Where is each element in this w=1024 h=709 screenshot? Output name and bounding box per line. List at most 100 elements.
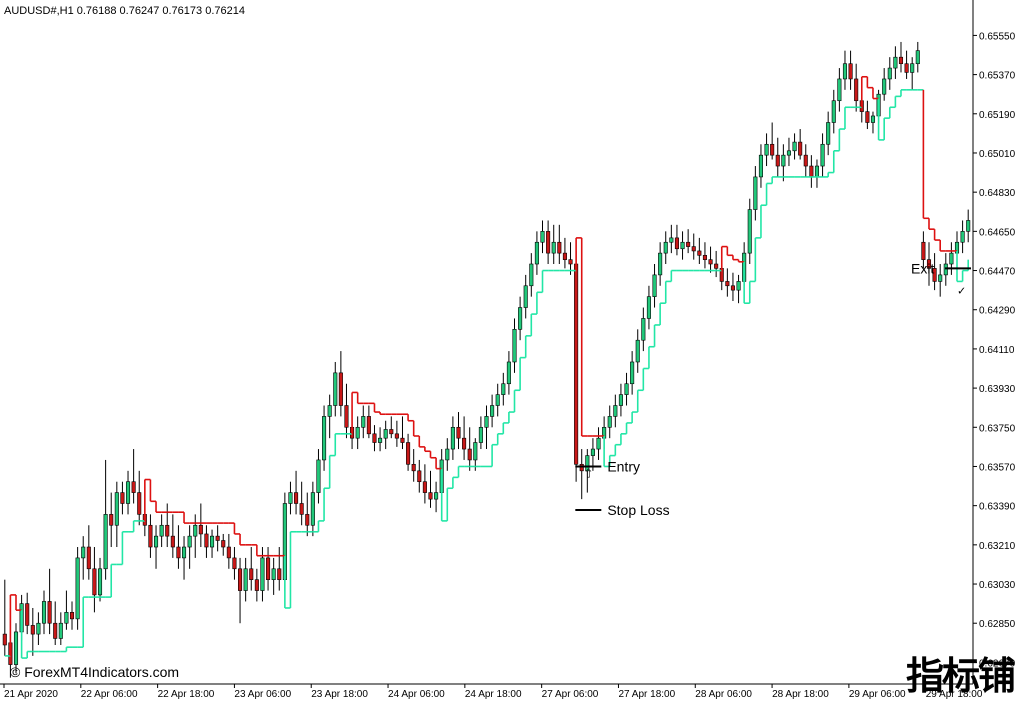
bear-candle: [714, 263, 719, 269]
price-tick-label: 0.63210: [979, 541, 1016, 552]
bear-candle: [165, 524, 170, 537]
bear-candle: [557, 241, 562, 254]
bear-candle: [204, 533, 209, 548]
bull-candle: [910, 63, 915, 73]
entry-arrow-icon: ⇧: [583, 466, 593, 480]
bear-candle: [854, 78, 859, 102]
bear-candle: [215, 535, 220, 541]
bull-candle: [159, 524, 164, 537]
price-tick-label: 0.64470: [979, 267, 1016, 278]
bull-candle: [630, 361, 635, 385]
bear-candle: [400, 437, 405, 443]
price-tick-label: 0.64650: [979, 227, 1016, 238]
time-tick-label: 24 Apr 18:00: [465, 689, 522, 700]
bull-candle: [187, 535, 192, 548]
bear-candle: [249, 568, 254, 580]
bull-candle: [887, 67, 892, 80]
bull-candle: [893, 56, 898, 69]
bull-candle: [125, 481, 131, 504]
bear-candle: [674, 237, 679, 250]
bear-candle: [708, 259, 713, 265]
bear-candle: [238, 568, 243, 591]
bear-candle: [338, 372, 343, 406]
bear-candle: [462, 437, 467, 450]
price-tick-label: 0.62850: [979, 619, 1016, 630]
bull-candle: [540, 231, 545, 243]
time-tick-label: 21 Apr 2020: [4, 689, 58, 700]
bull-candle: [271, 568, 276, 580]
bull-candle: [624, 383, 629, 395]
bear-candle: [803, 154, 808, 167]
bull-candle: [260, 557, 265, 591]
price-tick-label: 0.64110: [979, 345, 1015, 356]
bear-candle: [394, 433, 399, 439]
bull-candle: [322, 416, 327, 461]
bear-candle: [344, 405, 349, 428]
bull-candle: [814, 165, 820, 178]
bear-candle: [568, 259, 573, 265]
bear-candle: [406, 442, 411, 465]
bear-candle: [254, 579, 259, 591]
bull-candle: [943, 263, 948, 276]
bear-candle: [232, 557, 237, 570]
bull-candle: [618, 394, 623, 406]
bear-candle: [372, 433, 377, 443]
bull-candle: [58, 622, 63, 639]
bear-candle: [131, 481, 136, 493]
bear-candle: [92, 568, 97, 596]
bull-candle: [478, 426, 483, 443]
bear-candle: [389, 429, 394, 435]
chart-canvas[interactable]: Entry ⇧ Stop Loss Exit ✓ 0.65550 0.65370 0.651…: [0, 0, 1024, 704]
bull-candle: [831, 100, 836, 123]
bull-candle: [680, 241, 685, 250]
bull-candle: [288, 492, 293, 504]
bull-candle: [882, 78, 887, 95]
bull-candle: [596, 437, 601, 450]
bear-candle: [775, 154, 780, 167]
time-tick-label: 22 Apr 06:00: [81, 689, 138, 700]
bull-candle: [781, 154, 786, 167]
bull-candle: [646, 296, 651, 319]
bear-candle: [47, 601, 52, 624]
bull-candle: [103, 514, 108, 570]
price-tick-label: 0.64830: [979, 188, 1016, 199]
bear-candle: [691, 246, 696, 252]
price-tick-label: 0.65550: [979, 31, 1016, 42]
bull-candle: [764, 143, 769, 156]
bear-candle: [467, 448, 472, 461]
bull-candle: [747, 209, 752, 254]
bull-candle: [949, 252, 954, 265]
copyright-label: © ForexMT4Indicators.com: [10, 664, 179, 680]
price-tick-label: 0.63750: [979, 423, 1016, 434]
bull-candle: [506, 361, 511, 385]
bull-candle: [938, 274, 943, 282]
bull-candle: [529, 263, 534, 287]
bull-candle: [786, 150, 791, 156]
price-tick-label: 0.63930: [979, 384, 1016, 395]
bull-candle: [36, 622, 41, 635]
bull-candle: [590, 448, 595, 456]
symbol-header: AUDUSD#,H1 0.76188 0.76247 0.76173 0.762…: [4, 5, 245, 17]
bear-candle: [30, 625, 35, 635]
bear-candle: [725, 281, 730, 287]
price-chart[interactable]: Entry ⇧ Stop Loss Exit ✓ 0.65550 0.65370 0.651…: [0, 0, 1024, 704]
bear-candle: [574, 263, 579, 465]
price-tick-label: 0.65010: [979, 149, 1016, 160]
bull-candle: [826, 122, 831, 145]
exit-check-icon: ✓: [957, 285, 966, 297]
annotation-label: Stop Loss: [607, 502, 669, 518]
bull-candle: [551, 241, 556, 254]
bear-candle: [411, 463, 416, 472]
bear-candle: [865, 111, 870, 123]
bull-candle: [383, 429, 388, 439]
bear-candle: [546, 231, 551, 254]
bull-candle: [450, 426, 455, 450]
time-tick-label: 28 Apr 06:00: [695, 689, 752, 700]
bear-candle: [148, 524, 153, 548]
price-tick-label: 0.63030: [979, 580, 1016, 591]
bear-candle: [697, 250, 702, 256]
bull-candle: [316, 459, 321, 493]
bull-candle: [792, 141, 797, 152]
bear-candle: [198, 524, 203, 535]
bull-candle: [820, 143, 825, 167]
